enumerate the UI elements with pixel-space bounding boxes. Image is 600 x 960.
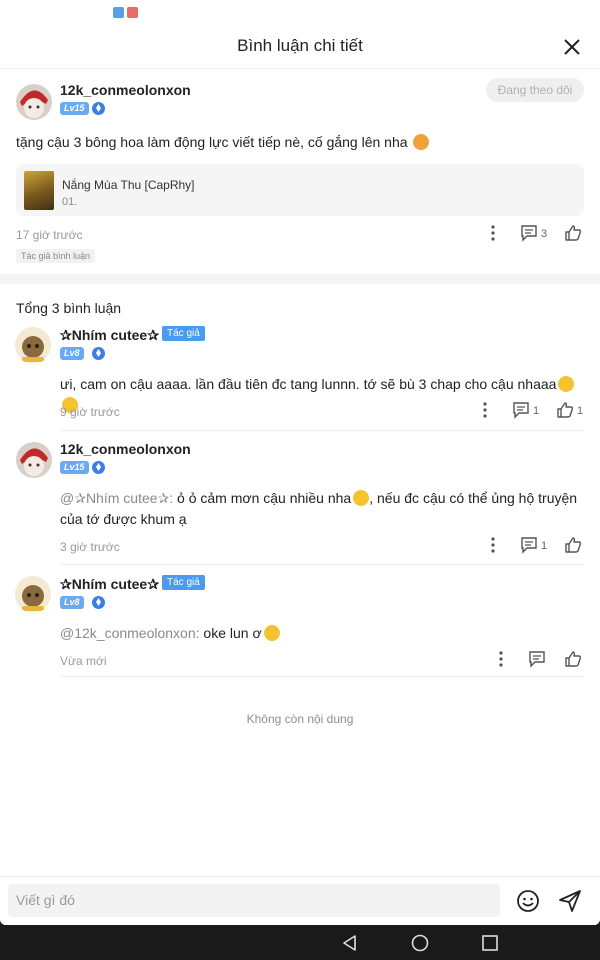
- total-comments: Tổng 3 bình luận: [16, 300, 122, 316]
- recents-icon[interactable]: [480, 933, 500, 953]
- comment-input-bar: Viết gì đó: [0, 876, 600, 925]
- header: Bình luận chi tiết: [0, 26, 600, 69]
- separator: [60, 430, 584, 431]
- reply-count: 1: [533, 405, 540, 417]
- system-nav-bar: [0, 925, 600, 960]
- reply-text: @12k_conmeolonxon: oke lun ơ: [60, 623, 280, 644]
- follow-button[interactable]: Đang theo dõi: [486, 78, 584, 102]
- author-tag: Tác giả: [162, 326, 205, 341]
- level-badge: Lv8: [60, 596, 84, 609]
- reply-count: 1: [541, 540, 548, 552]
- book-card[interactable]: Nắng Mùa Thu [CapRhy] 01.: [16, 164, 584, 216]
- level-badge: Lv8: [60, 347, 84, 360]
- comment-detail-sheet: Bình luận chi tiết 12k_conmeolonxon Lv15…: [0, 0, 600, 925]
- close-icon[interactable]: [562, 37, 582, 57]
- back-icon[interactable]: [340, 933, 360, 953]
- notification-icon: [113, 7, 124, 18]
- username[interactable]: 12k_conmeolonxon: [60, 441, 191, 457]
- cat-heart-emoji-icon: [413, 134, 430, 150]
- comment-input[interactable]: Viết gì đó: [8, 884, 500, 917]
- divider: [0, 274, 600, 284]
- yum-emoji-icon: [353, 490, 370, 506]
- timestamp: 3 giờ trước: [60, 540, 120, 554]
- comment-icon[interactable]: [520, 224, 538, 242]
- author-tag: Tác giả: [162, 575, 205, 590]
- verified-icon: [92, 461, 105, 474]
- reply-body: oke lun ơ: [203, 625, 262, 641]
- comment-icon[interactable]: [512, 401, 530, 419]
- book-cover: [24, 171, 54, 210]
- verified-icon: [92, 596, 105, 609]
- comment-icon[interactable]: [528, 650, 546, 668]
- reply-text: ưi, cam on cậu aaaa. lần đầu tiên đc tan…: [60, 374, 590, 416]
- like-icon[interactable]: [556, 401, 574, 419]
- comment-body: tặng cậu 3 bông hoa làm động lực viết ti…: [16, 134, 408, 150]
- end-of-content: Không còn nội dung: [246, 712, 354, 726]
- verified-icon: [92, 102, 105, 115]
- status-bar: [0, 0, 600, 26]
- home-icon[interactable]: [410, 933, 430, 953]
- reply-body: ưi, cam on cậu aaaa. lần đầu tiên đc tan…: [60, 376, 557, 392]
- comment-icon[interactable]: [520, 536, 538, 554]
- timestamp: Vừa mới: [60, 654, 107, 668]
- notification-icon: [127, 7, 138, 18]
- reply-body: ỏ ỏ cảm mơn cậu nhiều nha: [177, 490, 352, 506]
- username[interactable]: ✰Nhím cutee✰: [60, 327, 159, 344]
- separator: [60, 564, 584, 565]
- more-icon[interactable]: [484, 224, 502, 242]
- avatar[interactable]: [14, 326, 52, 364]
- send-icon[interactable]: [558, 889, 582, 913]
- level-badge: Lv15: [60, 102, 89, 115]
- timestamp: 9 giờ trước: [60, 405, 120, 419]
- timestamp: 17 giờ trước: [16, 228, 83, 242]
- comment-text: tặng cậu 3 bông hoa làm động lực viết ti…: [16, 132, 430, 153]
- author-commented-tag: Tác giả bình luận: [16, 249, 96, 263]
- avatar[interactable]: [16, 442, 52, 478]
- more-icon[interactable]: [476, 401, 494, 419]
- yum-emoji-icon: [263, 625, 280, 641]
- verified-icon: [92, 347, 105, 360]
- yum-emoji-icon: [558, 376, 575, 392]
- chapter-label: 01.: [62, 196, 78, 208]
- more-icon[interactable]: [492, 650, 510, 668]
- mention[interactable]: @12k_conmeolonxon:: [60, 625, 200, 641]
- username[interactable]: 12k_conmeolonxon: [60, 82, 191, 98]
- level-badge: Lv15: [60, 461, 89, 474]
- like-count: 1: [577, 405, 584, 417]
- reply-text: @✰Nhím cutee✰: ỏ ỏ cảm mơn cậu nhiều nha…: [60, 488, 584, 530]
- emoji-icon[interactable]: [516, 889, 540, 913]
- reply-count: 3: [541, 228, 548, 240]
- like-icon[interactable]: [564, 650, 582, 668]
- separator: [60, 676, 584, 677]
- book-title: Nắng Mùa Thu [CapRhy]: [62, 178, 195, 192]
- more-icon[interactable]: [484, 536, 502, 554]
- avatar[interactable]: [16, 84, 52, 120]
- page-title: Bình luận chi tiết: [237, 36, 363, 55]
- like-icon[interactable]: [564, 536, 582, 554]
- avatar[interactable]: [14, 575, 52, 613]
- username[interactable]: ✰Nhím cutee✰: [60, 576, 159, 593]
- mention[interactable]: @✰Nhím cutee✰:: [60, 490, 173, 506]
- like-icon[interactable]: [564, 224, 582, 242]
